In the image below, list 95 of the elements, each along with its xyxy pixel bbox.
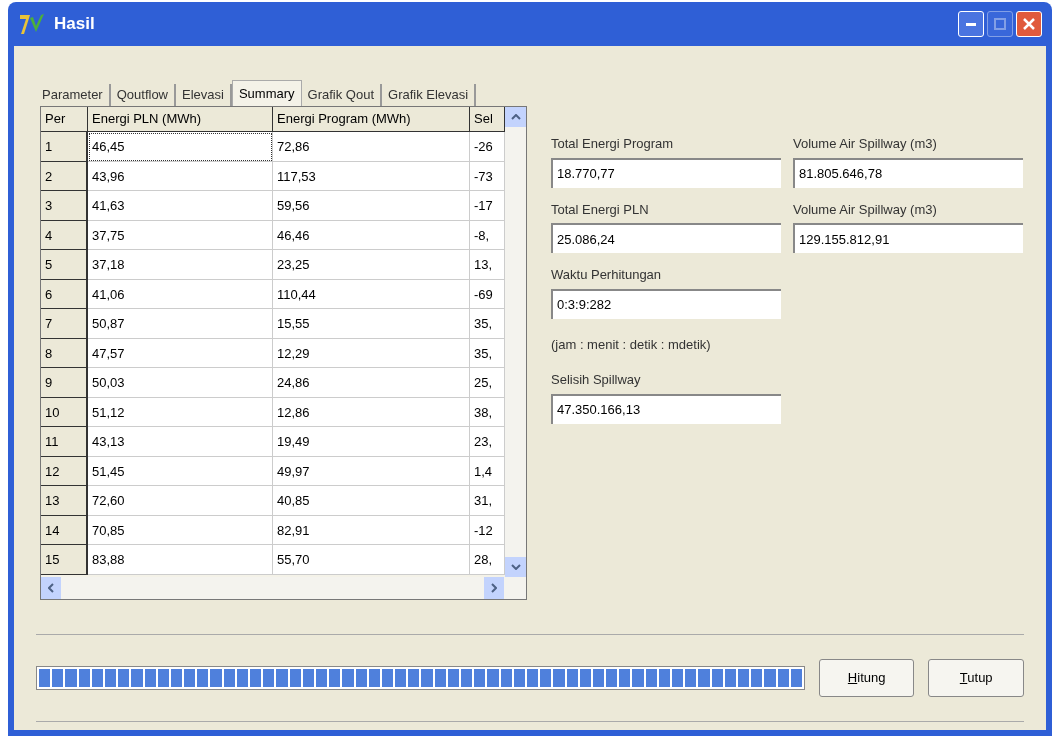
field-label: Volume Air Spillway (m3) bbox=[793, 135, 938, 153]
row-header: 9 bbox=[41, 368, 88, 398]
hint-text: (jam : menit : detik : mdetik) bbox=[551, 335, 712, 354]
tab[interactable]: Summary bbox=[231, 80, 302, 106]
table-cell: 35, bbox=[470, 338, 505, 368]
table-cell: 23,25 bbox=[273, 250, 470, 280]
table-cell: -26 bbox=[470, 132, 505, 162]
maximize-icon bbox=[994, 18, 1006, 30]
chevron-up-icon bbox=[510, 114, 521, 120]
table-cell: 51,12 bbox=[88, 397, 273, 427]
table-cell: 70,85 bbox=[88, 515, 273, 545]
column-header: Sel bbox=[470, 107, 505, 132]
field-label: Selisih Spillway bbox=[551, 371, 642, 389]
table-cell: 38, bbox=[470, 397, 505, 427]
value-field[interactable]: 25.086,24 bbox=[551, 223, 781, 253]
table-cell: 1,4 bbox=[470, 456, 505, 486]
app-logo-icon bbox=[18, 12, 46, 36]
row-header: 3 bbox=[41, 191, 88, 221]
scroll-down-button[interactable] bbox=[505, 557, 526, 577]
minimize-button[interactable] bbox=[958, 11, 984, 37]
table-cell: 35, bbox=[470, 309, 505, 339]
row-header: 6 bbox=[41, 279, 88, 309]
value-field[interactable]: 18.770,77 bbox=[551, 157, 781, 188]
row-header: 1 bbox=[41, 132, 88, 162]
chevron-down-icon bbox=[510, 564, 521, 570]
column-header: Per bbox=[41, 107, 88, 132]
row-header: 12 bbox=[41, 456, 88, 486]
table-cell: 19,49 bbox=[273, 427, 470, 457]
scroll-up-button[interactable] bbox=[505, 107, 526, 127]
table-cell: 24,86 bbox=[273, 368, 470, 398]
row-header: 11 bbox=[41, 427, 88, 457]
row-header: 8 bbox=[41, 338, 88, 368]
table-cell: 46,45 bbox=[88, 132, 273, 162]
table-cell: -8, bbox=[470, 220, 505, 250]
row-header: 4 bbox=[41, 220, 88, 250]
table-cell: 40,85 bbox=[273, 486, 470, 516]
field-label: Total Energi PLN bbox=[551, 200, 650, 219]
value-field[interactable]: 129.155.812,91 bbox=[793, 223, 1023, 253]
value-field[interactable]: 81.805.646,78 bbox=[793, 157, 1023, 188]
table-cell: 82,91 bbox=[273, 515, 470, 545]
table-cell: 51,45 bbox=[88, 456, 273, 486]
table-cell: 12,86 bbox=[273, 397, 470, 427]
value-field[interactable]: 47.350.166,13 bbox=[551, 393, 781, 424]
table-cell: 28, bbox=[470, 545, 505, 575]
chevron-left-icon bbox=[48, 583, 54, 593]
row-header: 14 bbox=[41, 515, 88, 545]
field-label: Waktu Perhitungan bbox=[551, 266, 663, 284]
row-header: 15 bbox=[41, 545, 88, 575]
field-label: Total Energi Program bbox=[551, 135, 675, 153]
table-cell: 59,56 bbox=[273, 191, 470, 221]
row-header: 7 bbox=[41, 309, 88, 339]
table-cell: 37,18 bbox=[88, 250, 273, 280]
chevron-right-icon bbox=[491, 583, 497, 593]
row-header: 2 bbox=[41, 161, 88, 191]
table-cell: 117,53 bbox=[273, 161, 470, 191]
table-cell: 46,46 bbox=[273, 220, 470, 250]
table-cell: 37,75 bbox=[88, 220, 273, 250]
column-header: Energi Program (MWh) bbox=[273, 107, 470, 132]
field-label: Volume Air Spillway (m3) bbox=[793, 200, 938, 219]
table-cell: -73 bbox=[470, 161, 505, 191]
row-header: 13 bbox=[41, 486, 88, 516]
table-cell: 72,60 bbox=[88, 486, 273, 516]
table-cell: 13, bbox=[470, 250, 505, 280]
row-header: 5 bbox=[41, 250, 88, 280]
table-cell: 110,44 bbox=[273, 279, 470, 309]
window-title: Hasil bbox=[54, 13, 95, 36]
table-cell: 49,97 bbox=[273, 456, 470, 486]
row-header: 10 bbox=[41, 397, 88, 427]
table-cell: 43,13 bbox=[88, 427, 273, 457]
close-icon bbox=[1023, 18, 1035, 30]
table-cell: 50,03 bbox=[88, 368, 273, 398]
table-cell: 15,55 bbox=[273, 309, 470, 339]
table-cell: 83,88 bbox=[88, 545, 273, 575]
close-button[interactable] bbox=[1016, 11, 1042, 37]
dialog-button[interactable]: Tutup bbox=[928, 659, 1024, 697]
dialog-button[interactable]: Hitung bbox=[818, 659, 915, 697]
table-cell: 43,96 bbox=[88, 161, 273, 191]
column-header: Energi PLN (MWh) bbox=[88, 107, 273, 132]
table-cell: 31, bbox=[470, 486, 505, 516]
table-cell: 41,63 bbox=[88, 191, 273, 221]
table-cell: 25, bbox=[470, 368, 505, 398]
table-cell: 41,06 bbox=[88, 279, 273, 309]
table-cell: -17 bbox=[470, 191, 505, 221]
table-cell: 23, bbox=[470, 427, 505, 457]
table-cell: 50,87 bbox=[88, 309, 273, 339]
table-cell: -12 bbox=[470, 515, 505, 545]
table-cell: 12,29 bbox=[273, 338, 470, 368]
scroll-right-button[interactable] bbox=[484, 577, 504, 599]
table-cell: 55,70 bbox=[273, 545, 470, 575]
table-cell: 72,86 bbox=[273, 132, 470, 162]
table-cell: -69 bbox=[470, 279, 505, 309]
table-cell: 47,57 bbox=[88, 338, 273, 368]
scroll-left-button[interactable] bbox=[41, 577, 61, 599]
minimize-icon bbox=[966, 22, 976, 26]
value-field[interactable]: 0:3:9:282 bbox=[551, 288, 781, 319]
